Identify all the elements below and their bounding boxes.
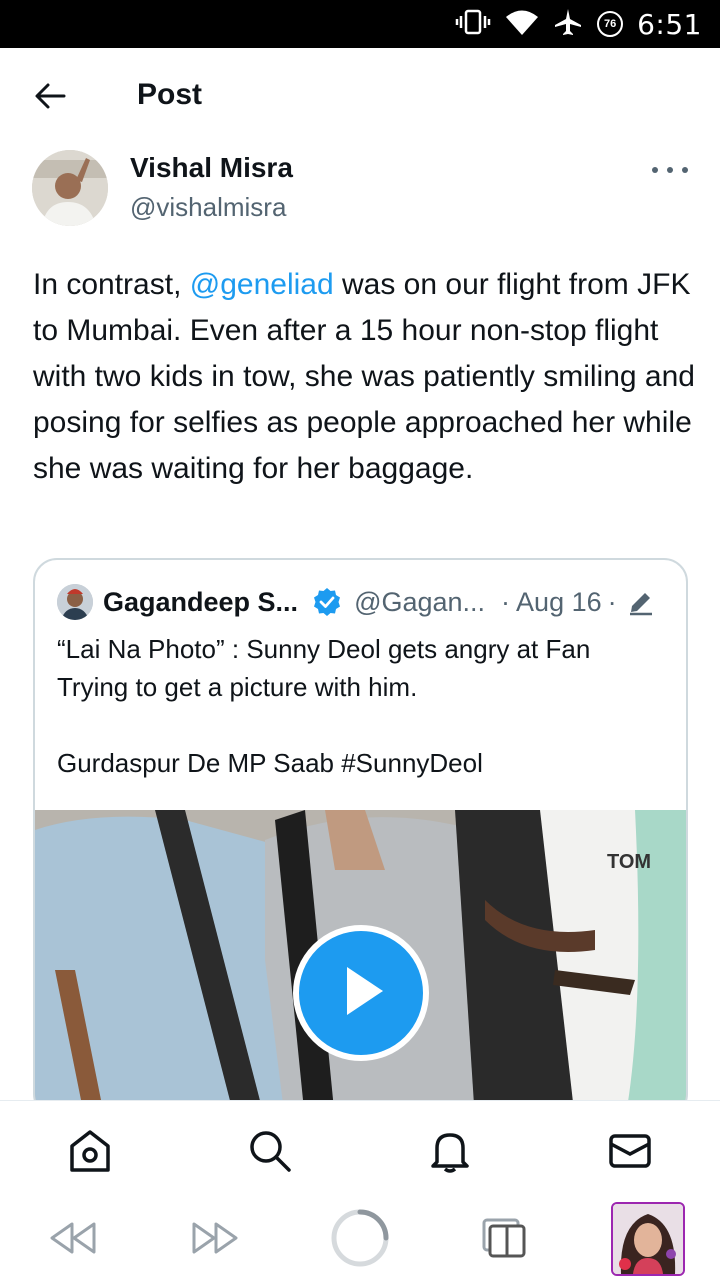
quote-author-name: Gagandeep S...: [103, 586, 299, 617]
post-header: Post: [0, 48, 720, 144]
profile-image: [613, 1204, 683, 1274]
mention-link[interactable]: @geneliad: [190, 268, 334, 301]
rewind-button[interactable]: [44, 1216, 100, 1264]
quote-text-line: Gurdaspur De MP Saab #SunnyDeol: [57, 748, 483, 778]
tab-notifications[interactable]: [426, 1129, 474, 1177]
notifications-icon: [427, 1128, 473, 1179]
more-dot-icon: [667, 167, 673, 173]
tabs-button[interactable]: [478, 1214, 530, 1266]
separator-dot: ·: [607, 586, 617, 617]
page-title: Post: [137, 78, 203, 111]
more-options-button[interactable]: [652, 160, 688, 180]
play-button[interactable]: [293, 925, 429, 1061]
vibrate-icon: [455, 8, 491, 41]
quote-author-avatar: [57, 584, 93, 620]
separator-dot: ·: [501, 586, 511, 617]
tab-messages[interactable]: [606, 1129, 654, 1177]
search-icon: [247, 1128, 293, 1179]
verified-badge-icon: [312, 587, 342, 617]
battery-saver-icon: 76: [597, 11, 624, 37]
rewind-icon: [46, 1218, 98, 1263]
system-navigation-bar: [0, 1200, 720, 1280]
back-button[interactable]: [28, 76, 72, 120]
quote-text-line: “Lai Na Photo” : Sunny Deol gets angry a…: [57, 634, 591, 702]
post-text: In contrast, @geneliad was on our flight…: [33, 262, 697, 492]
more-dot-icon: [652, 167, 658, 173]
quoted-post-card[interactable]: Gagandeep S... @Gagan... · Aug 16 · “Lai…: [33, 558, 688, 1118]
tab-home[interactable]: [66, 1129, 114, 1177]
profile-thumbnail[interactable]: [611, 1202, 685, 1276]
status-bar: 76 6:51: [0, 0, 720, 48]
tabs-icon: [480, 1216, 528, 1265]
home-icon: [67, 1128, 113, 1179]
quote-text: “Lai Na Photo” : Sunny Deol gets angry a…: [57, 630, 667, 820]
loading-spinner-icon: [330, 1208, 390, 1273]
post-text-start: In contrast,: [33, 268, 190, 301]
bottom-tab-bar: [0, 1100, 720, 1200]
more-dot-icon: [682, 167, 688, 173]
author-avatar[interactable]: [32, 150, 108, 226]
loading-indicator: [330, 1208, 390, 1273]
edited-pencil-icon: [627, 588, 655, 616]
quote-header: Gagandeep S... @Gagan... · Aug 16 ·: [103, 584, 655, 620]
author-name[interactable]: Vishal Misra: [130, 152, 293, 184]
status-icons: 76 6:51: [455, 0, 702, 48]
svg-text:TOM: TOM: [607, 851, 651, 873]
fast-forward-icon: [190, 1218, 242, 1263]
airplane-mode-icon: [553, 7, 583, 42]
quote-author-handle: @Gagan...: [354, 586, 486, 617]
fast-forward-button[interactable]: [188, 1216, 244, 1264]
messages-icon: [607, 1128, 653, 1179]
tab-search[interactable]: [246, 1129, 294, 1177]
status-time: 6:51: [637, 7, 702, 41]
play-icon: [331, 961, 391, 1026]
arrow-left-icon: [34, 82, 66, 115]
quote-date: Aug 16: [516, 586, 602, 617]
author-handle[interactable]: @vishalmisra: [130, 192, 286, 223]
wifi-icon: [505, 8, 539, 41]
quote-video[interactable]: TOM: [35, 810, 686, 1116]
